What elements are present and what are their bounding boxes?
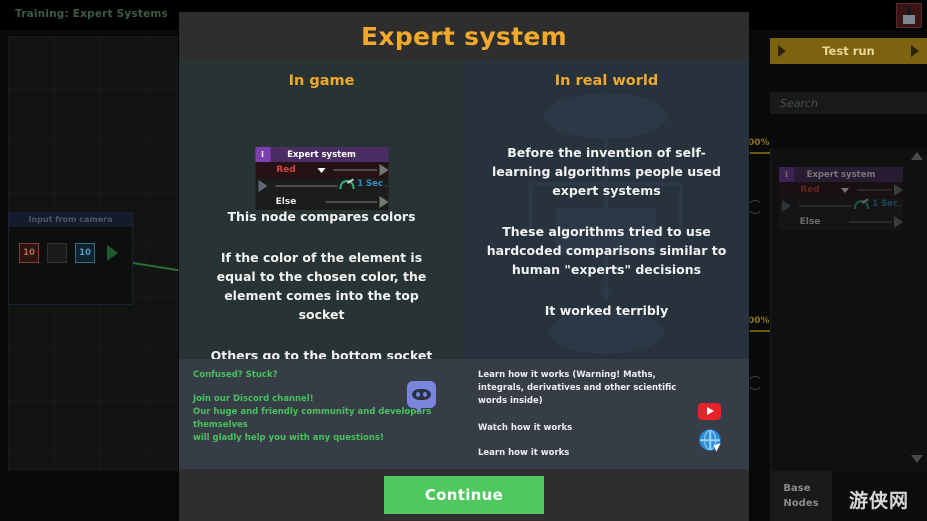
input-from-camera-node[interactable]: Input from camera 10 10 (8, 212, 133, 305)
play-left-icon (778, 45, 786, 57)
output-socket-icon[interactable] (379, 164, 388, 176)
library-node-condition-value: Red (800, 185, 820, 195)
discord-line-2: Our huge and friendly community and deve… (193, 407, 432, 430)
in-real-world-column: In real world Before the invention of se… (464, 60, 749, 359)
dialog-footer: Confused? Stuck? Join our Discord channe… (179, 359, 749, 469)
dialog-title: Expert system (361, 21, 567, 51)
input-socket-icon[interactable] (782, 200, 791, 212)
camera-node-body: 10 10 (9, 227, 132, 263)
node-library-list[interactable]: i Expert system Red 1 Sec Else (770, 148, 927, 471)
camera-node-title: Input from camera (9, 213, 132, 227)
real-world-paragraph-2: These algorithms tried to use hardcoded … (486, 224, 727, 277)
discord-line-3: will gladly help you with any questions! (193, 433, 384, 443)
camera-value-red[interactable]: 10 (19, 243, 39, 263)
library-node-input-row[interactable]: 1 Sec (779, 198, 903, 214)
chevron-down-icon[interactable] (317, 167, 325, 173)
footer-discord-section: Confused? Stuck? Join our Discord channe… (179, 359, 464, 469)
camera-value-blue[interactable]: 10 (75, 243, 95, 263)
scroll-down-icon[interactable] (911, 455, 923, 463)
real-world-paragraph-1: Before the invention of self-learning al… (492, 145, 721, 198)
library-node-else-label: Else (799, 217, 821, 227)
globe-icon[interactable] (699, 429, 723, 452)
watch-link[interactable]: Watch how it works (478, 422, 735, 435)
youtube-icon[interactable] (698, 403, 721, 420)
camera-value-empty[interactable] (47, 243, 67, 263)
play-right-icon (910, 45, 919, 57)
dialog-columns: In game i Expert system Red 1 Sec Else T… (179, 60, 749, 359)
camera-output-socket-icon[interactable] (107, 245, 118, 261)
example-node-input-row[interactable]: 1 Sec (255, 178, 388, 194)
socket-line (849, 221, 892, 223)
search-input[interactable]: Search (770, 92, 927, 114)
info-icon[interactable]: i (255, 147, 270, 162)
scroll-up-icon[interactable] (911, 152, 923, 160)
library-node-title: Expert system (806, 169, 876, 180)
training-title: Training: Expert Systems (14, 8, 168, 20)
socket-line (325, 201, 377, 203)
learn-link-2[interactable]: Learn how it works (478, 447, 735, 460)
example-node-condition-row[interactable]: Red (255, 162, 388, 178)
in-game-paragraph-2: If the color of the element is equal to … (216, 250, 427, 322)
gauge-icon (854, 199, 870, 209)
site-watermark: 游侠网 (848, 490, 909, 512)
output-socket-icon[interactable] (894, 184, 903, 196)
example-node-title: Expert system (287, 149, 356, 160)
example-node-else-row[interactable]: Else (255, 194, 388, 210)
footer-links-section: Learn how it works (Warning! Maths, inte… (464, 359, 749, 469)
in-real-world-heading: In real world (554, 73, 659, 89)
continue-button[interactable]: Continue (384, 476, 544, 514)
example-node-expert-system[interactable]: i Expert system Red 1 Sec Else (255, 147, 388, 210)
output-socket-icon[interactable] (379, 196, 388, 208)
in-game-paragraph-3: Others go to the bottom socket (210, 348, 433, 359)
expert-system-dialog: Expert system In game i Expert system Re… (179, 12, 749, 521)
output-socket-icon[interactable] (894, 216, 903, 228)
socket-line (857, 189, 892, 191)
chevron-down-icon[interactable] (841, 187, 849, 193)
dialog-button-bar: Continue (179, 469, 749, 521)
timer-widget[interactable]: 1 Sec (852, 199, 900, 209)
library-node-expert-system[interactable]: i Expert system Red 1 Sec Else (779, 167, 903, 230)
library-node-else-row[interactable]: Else (779, 214, 903, 230)
in-game-heading: In game (288, 73, 355, 89)
dialog-header: Expert system (179, 12, 749, 60)
gauge-icon (339, 179, 355, 189)
timer-value: 1 Sec (357, 179, 383, 189)
socket-line (333, 169, 377, 171)
refresh-icon-2[interactable] (748, 376, 762, 390)
timer-widget[interactable]: 1 Sec (337, 179, 385, 189)
in-game-column: In game i Expert system Red 1 Sec Else T… (179, 60, 464, 359)
info-icon[interactable]: i (779, 167, 794, 182)
library-node-header: i Expert system (779, 167, 903, 182)
learn-link-1[interactable]: Learn how it works (Warning! Maths, inte… (478, 369, 735, 408)
tab-base-nodes[interactable]: Base Nodes (770, 471, 832, 521)
test-run-button[interactable]: Test run (770, 38, 927, 64)
discord-icon[interactable] (407, 381, 436, 408)
refresh-icon-1[interactable] (748, 200, 762, 214)
example-node-else-label: Else (275, 197, 297, 207)
input-socket-icon[interactable] (258, 180, 267, 192)
test-run-label: Test run (822, 44, 875, 58)
example-node-condition-value: Red (276, 165, 296, 175)
real-world-paragraph-3: It worked terribly (544, 303, 669, 318)
timer-value: 1 Sec (872, 199, 898, 209)
brush-tool-icon[interactable] (896, 3, 922, 28)
library-node-condition-row[interactable]: Red (779, 182, 903, 198)
example-node-header: i Expert system (255, 147, 388, 162)
